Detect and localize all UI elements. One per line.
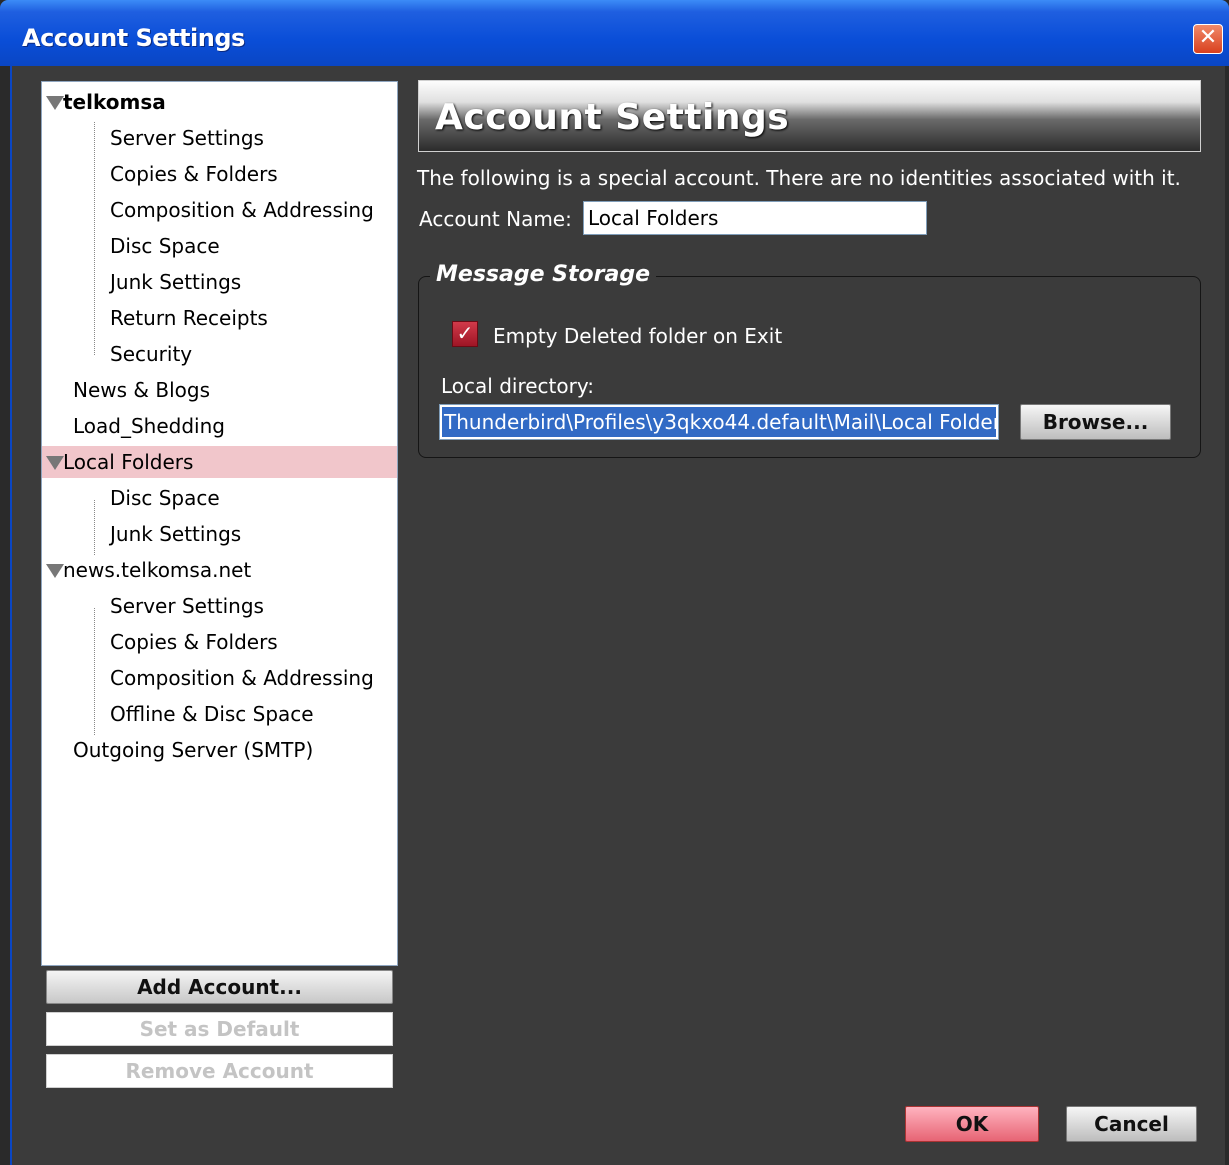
tree-guide-line — [94, 608, 95, 735]
tree-guide-line — [94, 500, 95, 555]
dialog-client-area: telkomsa Server Settings Copies & Folder… — [10, 66, 1225, 1165]
tree-item-composition-addressing[interactable]: Composition & Addressing — [110, 194, 374, 226]
account-name-field[interactable]: Local Folders — [583, 201, 927, 235]
checkmark-icon: ✓ — [456, 321, 474, 345]
tree-item-return-receipts[interactable]: Return Receipts — [110, 302, 268, 334]
tree-item-security[interactable]: Security — [110, 338, 192, 370]
tree-account-news-blogs[interactable]: News & Blogs — [73, 374, 210, 406]
empty-deleted-label[interactable]: Empty Deleted folder on Exit — [493, 324, 782, 348]
tree-item-offline-disc-space[interactable]: Offline & Disc Space — [110, 698, 314, 730]
tree-account-label: news.telkomsa.net — [63, 558, 252, 582]
local-directory-label: Local directory: — [441, 374, 594, 398]
account-settings-window: Account Settings ✕ telkomsa Server Setti… — [0, 0, 1229, 1165]
local-directory-field[interactable]: Thunderbird\Profiles\y3qkxo44.default\Ma… — [439, 404, 999, 440]
page-title: Account Settings — [435, 97, 790, 138]
special-account-description: The following is a special account. Ther… — [417, 166, 1181, 190]
expand-triangle-icon[interactable] — [46, 563, 64, 578]
add-account-button[interactable]: Add Account... — [46, 970, 393, 1004]
page-header: Account Settings — [418, 80, 1201, 152]
tree-item-composition-addressing[interactable]: Composition & Addressing — [110, 662, 374, 694]
account-name-label: Account Name: — [419, 207, 572, 231]
tree-item-disc-space[interactable]: Disc Space — [110, 482, 220, 514]
remove-account-button[interactable]: Remove Account — [46, 1054, 393, 1088]
window-title: Account Settings — [22, 24, 245, 52]
message-storage-title: Message Storage — [430, 262, 657, 287]
tree-item-server-settings[interactable]: Server Settings — [110, 122, 264, 154]
set-default-button[interactable]: Set as Default — [46, 1012, 393, 1046]
title-bar[interactable]: Account Settings ✕ — [0, 0, 1229, 66]
tree-account-telkomsa[interactable]: telkomsa — [46, 86, 166, 118]
local-directory-value: Thunderbird\Profiles\y3qkxo44.default\Ma… — [442, 407, 998, 437]
tree-item-server-settings[interactable]: Server Settings — [110, 590, 264, 622]
expand-triangle-icon[interactable] — [46, 95, 64, 110]
tree-item-disc-space[interactable]: Disc Space — [110, 230, 220, 262]
tree-item-junk-settings[interactable]: Junk Settings — [110, 266, 241, 298]
close-button[interactable]: ✕ — [1193, 24, 1223, 54]
expand-triangle-icon[interactable] — [46, 455, 64, 470]
cancel-button[interactable]: Cancel — [1066, 1106, 1197, 1142]
ok-button[interactable]: OK — [905, 1106, 1039, 1142]
tree-item-junk-settings[interactable]: Junk Settings — [110, 518, 241, 550]
tree-account-load-shedding[interactable]: Load_Shedding — [73, 410, 225, 442]
browse-button[interactable]: Browse... — [1020, 404, 1171, 440]
tree-account-label: telkomsa — [63, 90, 166, 114]
empty-deleted-checkbox[interactable]: ✓ — [452, 321, 478, 347]
tree-account-news-telkomsa[interactable]: news.telkomsa.net — [46, 554, 251, 586]
tree-guide-line — [94, 122, 95, 355]
account-tree[interactable]: telkomsa Server Settings Copies & Folder… — [41, 81, 398, 966]
tree-item-copies-folders[interactable]: Copies & Folders — [110, 158, 278, 190]
close-icon: ✕ — [1198, 25, 1218, 50]
tree-account-label: Local Folders — [63, 450, 194, 474]
tree-item-outgoing-server[interactable]: Outgoing Server (SMTP) — [73, 734, 313, 766]
tree-account-local-folders[interactable]: Local Folders — [42, 446, 397, 478]
tree-item-copies-folders[interactable]: Copies & Folders — [110, 626, 278, 658]
